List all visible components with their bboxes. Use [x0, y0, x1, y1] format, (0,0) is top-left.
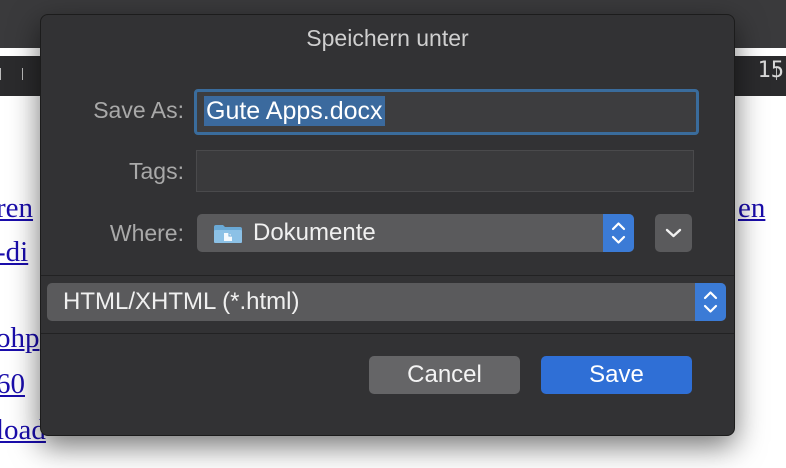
tags-input[interactable] — [196, 150, 694, 192]
expand-dialog-button[interactable] — [655, 214, 692, 252]
divider — [41, 275, 734, 276]
save-dialog: Speichern unter Save As: Gute Apps.docx … — [40, 14, 735, 436]
tags-label: Tags: — [129, 158, 184, 184]
where-label: Where: — [109, 220, 184, 246]
file-format-select[interactable]: HTML/XHTML (*.html) — [47, 283, 726, 321]
cancel-button[interactable]: Cancel — [369, 356, 520, 394]
filename-value[interactable]: Gute Apps.docx — [204, 96, 385, 126]
document-link[interactable]: ohp — [0, 322, 40, 355]
where-value: Dokumente — [253, 219, 376, 246]
filename-input[interactable]: Gute Apps.docx — [194, 89, 699, 135]
file-format-value: HTML/XHTML (*.html) — [63, 288, 300, 315]
ruler-tick — [0, 68, 1, 80]
save-as-label: Save As: — [93, 97, 184, 123]
save-button[interactable]: Save — [541, 356, 692, 394]
dialog-title: Speichern unter — [306, 25, 469, 51]
chevron-down-icon — [665, 228, 682, 238]
divider — [41, 333, 734, 334]
document-link[interactable]: en — [738, 192, 765, 225]
where-stepper[interactable] — [603, 214, 634, 252]
folder-icon — [214, 225, 242, 243]
up-down-chevron-icon — [703, 291, 718, 313]
where-select[interactable]: Dokumente — [197, 214, 634, 252]
ruler-tick — [22, 68, 23, 80]
file-format-stepper[interactable] — [695, 283, 726, 321]
ruler-number: 15 — [757, 58, 785, 83]
up-down-chevron-icon — [611, 222, 626, 244]
document-link[interactable]: 60 — [0, 368, 25, 401]
